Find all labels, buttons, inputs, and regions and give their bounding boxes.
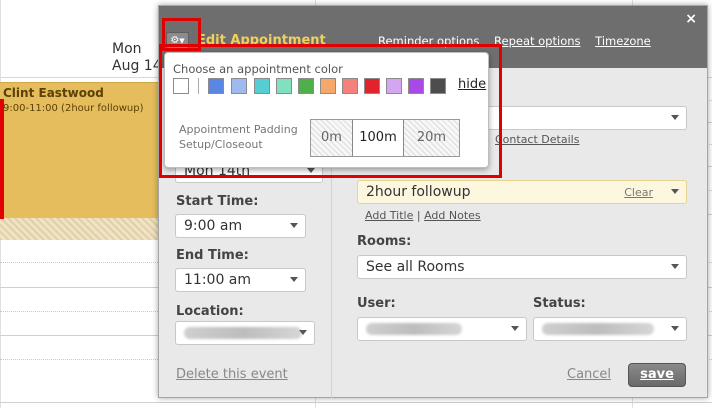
left-highlight-bar: [0, 99, 4, 219]
appointment-block[interactable]: Clint Eastwood 9:00-11:00 (2hour followu…: [0, 82, 158, 218]
contact-details-link[interactable]: Contact Details: [495, 133, 579, 146]
status-select[interactable]: [533, 317, 687, 341]
add-title-link[interactable]: Add Title: [365, 209, 413, 222]
chevron-down-icon: [511, 326, 519, 331]
chevron-down-icon: [671, 264, 679, 269]
timezone-link[interactable]: Timezone: [595, 34, 651, 48]
day-date: Aug 14: [112, 58, 162, 74]
redacted-value: [542, 323, 654, 335]
highlight-box-color-popup: [159, 44, 502, 178]
cancel-link[interactable]: Cancel: [567, 367, 611, 382]
chevron-down-icon: [671, 189, 679, 194]
start-time-value: 9:00 am: [184, 218, 243, 234]
redacted-value: [184, 327, 302, 339]
service-links: Add Title | Add Notes: [365, 209, 481, 222]
user-select[interactable]: [357, 317, 527, 341]
save-button[interactable]: save: [628, 363, 686, 387]
link-separator: |: [416, 209, 425, 222]
chevron-down-icon: [299, 330, 307, 335]
end-time-value: 11:00 am: [184, 272, 252, 288]
location-select[interactable]: [175, 321, 315, 345]
chevron-down-icon: [671, 115, 679, 120]
user-label: User:: [357, 296, 396, 311]
rooms-label: Rooms:: [357, 234, 412, 249]
service-select[interactable]: 2hour followup Clear: [357, 180, 687, 204]
add-notes-link[interactable]: Add Notes: [424, 209, 481, 222]
start-time-label: Start Time:: [176, 194, 259, 209]
start-time-select[interactable]: 9:00 am: [175, 214, 306, 238]
chevron-down-icon: [290, 277, 298, 282]
end-time-label: End Time:: [176, 248, 249, 263]
end-time-select[interactable]: 11:00 am: [175, 268, 306, 292]
close-icon[interactable]: ×: [685, 11, 697, 27]
repeat-options-link[interactable]: Repeat options: [494, 34, 581, 48]
appointment-subtitle: 9:00-11:00 (2hour followup): [3, 103, 144, 114]
appointment-padding-hatch: [0, 218, 158, 240]
day-name: Mon: [112, 41, 142, 57]
rooms-value: See all Rooms: [366, 259, 465, 275]
time-slot-line: [0, 402, 712, 403]
delete-event-link[interactable]: Delete this event: [176, 367, 288, 382]
chevron-down-icon: [290, 223, 298, 228]
rooms-select[interactable]: See all Rooms: [357, 255, 687, 279]
service-value: 2hour followup: [366, 184, 471, 200]
location-label: Location:: [176, 304, 244, 319]
redacted-value: [366, 323, 462, 335]
appointment-title: Clint Eastwood: [3, 86, 104, 100]
status-label: Status:: [533, 296, 586, 311]
chevron-down-icon: [671, 326, 679, 331]
service-clear-link[interactable]: Clear: [624, 186, 653, 199]
